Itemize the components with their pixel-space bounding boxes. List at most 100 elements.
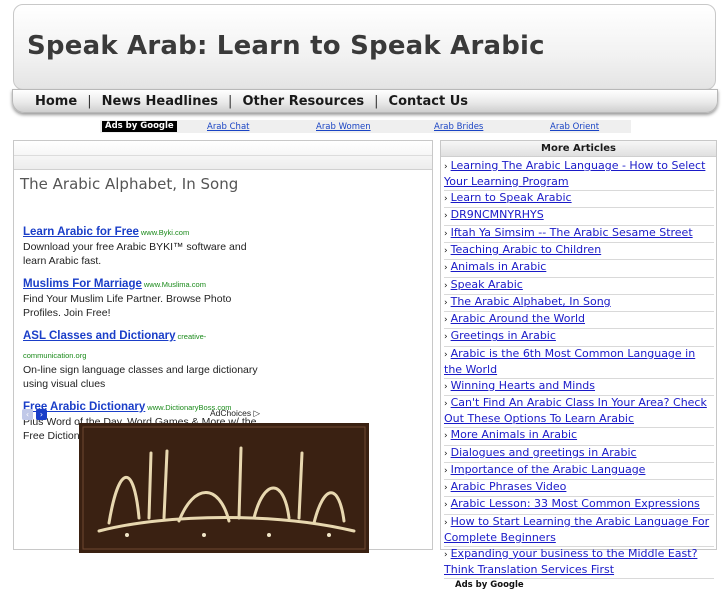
adchoices-link[interactable]: AdChoices ▷ (210, 408, 260, 419)
arrow-icon: › (444, 211, 448, 222)
arrow-icon: › (444, 228, 448, 239)
article-list-item: › Animals in Arabic (444, 260, 714, 278)
ad-unit: Muslims For Marriage www.Muslima.com Find… (23, 272, 263, 320)
article-link[interactable]: Iftah Ya Simsim -- The Arabic Sesame Str… (451, 226, 693, 239)
article-link[interactable]: Winning Hearts and Minds (451, 379, 595, 392)
arrow-icon: › (444, 483, 448, 494)
article-link[interactable]: Arabic is the 6th Most Common Language i… (444, 347, 695, 376)
ad-link-arab-women[interactable]: Arab Women (316, 122, 371, 132)
ad-description: On-line sign language classes and large … (23, 364, 258, 390)
article-link[interactable]: Speak Arabic (451, 278, 523, 291)
arrow-icon: › (444, 549, 448, 560)
nav-other-resources[interactable]: Other Resources (242, 94, 364, 109)
article-list-item: › Learning The Arabic Language - How to S… (444, 159, 714, 192)
main-content: The Arabic Alphabet, In Song Learn Arabi… (13, 140, 433, 553)
nav-contact-us[interactable]: Contact Us (389, 94, 468, 109)
ad-title[interactable]: ASL Classes and Dictionary (23, 330, 176, 342)
nav-news-headlines[interactable]: News Headlines (102, 94, 218, 109)
article-list-item: › Greetings in Arabic (444, 329, 714, 347)
article-list-item: › Winning Hearts and Minds (444, 379, 714, 397)
nav-separator: | (374, 93, 379, 109)
ads-by-google-label[interactable]: Ads by Google (102, 121, 177, 132)
ad-controls: ‹ › AdChoices ▷ (22, 408, 262, 421)
article-link[interactable]: Learning The Arabic Language - How to Se… (444, 159, 705, 188)
arrow-icon: › (444, 465, 448, 476)
previous-ad-icon[interactable]: ‹ (22, 409, 33, 420)
article-list: › Learning The Arabic Language - How to S… (441, 157, 716, 579)
next-ad-icon[interactable]: › (36, 409, 47, 420)
article-link[interactable]: Dialogues and greetings in Arabic (451, 446, 637, 459)
ad-links-bar: Ads by Google Arab Chat Arab Women Arab … (100, 120, 631, 133)
ad-url[interactable]: www.Byki.com (141, 228, 189, 237)
arrow-icon: › (444, 332, 448, 343)
arabic-calligraphy-image (79, 423, 369, 553)
article-list-item: › More Animals in Arabic (444, 428, 714, 446)
article-list-item: › How to Start Learning the Arabic Langua… (444, 515, 714, 547)
ad-description: Download your free Arabic BYKI™ software… (23, 241, 247, 267)
article-list-item: › Speak Arabic (444, 278, 714, 295)
ad-title[interactable]: Learn Arabic for Free (23, 226, 139, 238)
ad-description: Find Your Muslim Life Partner. Browse Ph… (23, 293, 232, 319)
article-link[interactable]: Learn to Speak Arabic (451, 191, 572, 204)
article-title: The Arabic Alphabet, In Song (20, 175, 239, 193)
arrow-icon: › (444, 315, 448, 326)
ad-unit: Learn Arabic for Free www.Byki.com Downlo… (23, 220, 263, 268)
article-link[interactable]: Importance of the Arabic Language (451, 463, 646, 476)
article-list-item: › Teaching Arabic to Children (444, 243, 714, 261)
nav-home[interactable]: Home (35, 94, 77, 109)
nav-separator: | (228, 93, 233, 109)
ad-link-arab-brides[interactable]: Arab Brides (434, 122, 483, 132)
ad-title[interactable]: Muslims For Marriage (23, 278, 142, 290)
site-header: Speak Arab: Learn to Speak Arabic (13, 4, 716, 90)
article-link[interactable]: Arabic Lesson: 33 Most Common Expression… (451, 497, 700, 510)
sidebar-ads-by-google[interactable]: Ads by Google (455, 580, 716, 590)
site-title: Speak Arab: Learn to Speak Arabic (27, 31, 545, 61)
arrow-icon: › (444, 297, 448, 308)
article-list-item: › Arabic Phrases Video (444, 480, 714, 498)
article-list-item: › Arabic Around the World (444, 312, 714, 330)
sidebar-title: More Articles (441, 141, 716, 157)
article-list-item: › DR9NCMNYRHYS (444, 208, 714, 226)
more-articles-sidebar: More Articles › Learning The Arabic Langu… (440, 140, 717, 590)
arrow-icon: › (444, 517, 448, 528)
article-link[interactable]: Expanding your business to the Middle Ea… (444, 547, 697, 576)
ad-url[interactable]: www.Muslima.com (144, 280, 206, 289)
arrow-icon: › (444, 399, 448, 410)
arrow-icon: › (444, 194, 448, 205)
arrow-icon: › (444, 500, 448, 511)
arrow-icon: › (444, 245, 448, 256)
ad-unit: ASL Classes and Dictionary creative-commu… (23, 324, 263, 391)
article-list-item: › Iftah Ya Simsim -- The Arabic Sesame St… (444, 226, 714, 243)
article-link[interactable]: The Arabic Alphabet, In Song (451, 295, 611, 308)
main-navigation: Home | News Headlines | Other Resources … (12, 89, 718, 113)
nav-separator: | (87, 93, 92, 109)
arrow-icon: › (444, 448, 448, 459)
article-list-item: › Arabic is the 6th Most Common Language … (444, 347, 714, 379)
article-link[interactable]: Can't Find An Arabic Class In Your Area?… (444, 396, 707, 425)
article-list-item: › The Arabic Alphabet, In Song (444, 295, 714, 313)
arrow-icon: › (444, 381, 448, 392)
article-link[interactable]: Greetings in Arabic (451, 329, 556, 342)
article-list-item: › Can't Find An Arabic Class In Your Area… (444, 396, 714, 429)
arrow-icon: › (444, 263, 448, 274)
adchoices-icon: ▷ (253, 408, 261, 418)
article-list-item: › Importance of the Arabic Language (444, 463, 714, 481)
article-list-item: › Learn to Speak Arabic (444, 191, 714, 209)
article-link[interactable]: Arabic Around the World (451, 312, 585, 325)
arrow-icon: › (444, 280, 448, 291)
main-content-header (14, 141, 432, 170)
article-link[interactable]: Arabic Phrases Video (451, 480, 567, 493)
calligraphy-art (79, 423, 369, 553)
ad-link-arab-orient[interactable]: Arab Orient (550, 122, 599, 132)
article-link[interactable]: More Animals in Arabic (451, 428, 577, 441)
ad-link-arab-chat[interactable]: Arab Chat (207, 122, 249, 132)
arrow-icon: › (444, 349, 448, 360)
article-link[interactable]: Teaching Arabic to Children (451, 243, 602, 256)
article-link[interactable]: DR9NCMNYRHYS (451, 208, 544, 221)
article-list-item: › Dialogues and greetings in Arabic (444, 446, 714, 463)
arrow-icon: › (444, 431, 448, 442)
article-link[interactable]: How to Start Learning the Arabic Languag… (444, 515, 709, 544)
article-link[interactable]: Animals in Arabic (451, 260, 547, 273)
arrow-icon: › (444, 162, 448, 172)
article-list-item: › Expanding your business to the Middle E… (444, 547, 714, 579)
